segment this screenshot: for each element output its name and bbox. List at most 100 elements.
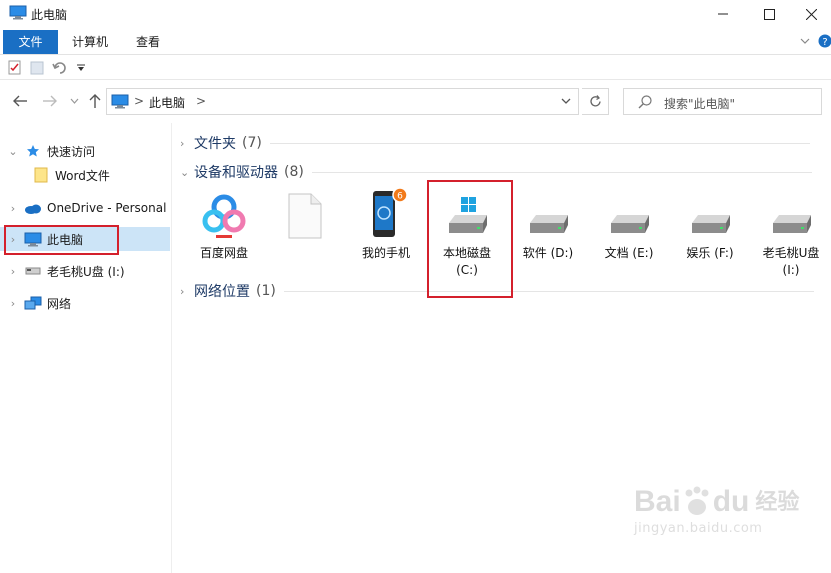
phone-icon: 6 [373,187,408,237]
close-icon [806,8,817,20]
watermark-brand: Bai [634,485,681,518]
up-arrow-icon[interactable] [88,93,102,109]
watermark-cn: 经验 [755,489,800,514]
drive-icon [530,215,568,233]
quick-access-toolbar [0,56,831,80]
new-folder-icon[interactable] [30,60,44,75]
recent-locations-icon[interactable] [70,98,79,105]
device-baidu-netdisk[interactable]: 百度网盘 [184,183,264,262]
device-label: 软件 (D:) [522,246,574,260]
device-blank-file[interactable] [265,183,345,245]
minimize-icon [718,13,728,15]
star-icon [24,144,42,158]
baidu-netdisk-icon [202,194,246,238]
this-pc-icon [9,5,27,20]
back-arrow-icon[interactable] [12,94,28,108]
title-bar: 此电脑 [0,0,831,28]
tab-file[interactable]: 文件 [3,30,58,54]
nav-item-usb-drive[interactable]: › 老毛桃U盘 (I:) [0,259,170,283]
nav-item-label: 网络 [47,296,72,311]
search-box[interactable]: 搜索"此电脑" [623,88,822,115]
breadcrumb-separator[interactable]: > [196,94,206,108]
chevron-expanded-icon: ⌄ [180,165,190,179]
refresh-button[interactable] [582,88,609,115]
device-label: 我的手机 [361,246,410,260]
breadcrumb-separator[interactable]: > [134,94,144,108]
chevron-right-icon[interactable]: › [6,297,20,310]
device-label: 文档 (E:) [604,246,654,260]
address-bar[interactable]: > 此电脑 > [106,88,579,115]
nav-item-word-folder[interactable]: Word文件 [0,163,170,187]
baidu-jingyan-watermark: Bai du 经验 jingyan.baidu.com [634,484,824,564]
device-label: 娱乐 (F:) [686,246,734,260]
device-label: 老毛桃U盘 (I:) [762,246,820,277]
svg-text:?: ? [822,37,827,48]
nav-item-label: Word文件 [55,168,110,183]
refresh-icon [589,95,601,107]
chevron-down-icon [561,98,571,104]
network-icon [24,296,42,310]
group-header-folders[interactable]: › 文件夹 (7) [180,133,810,153]
tab-view[interactable]: 查看 [124,30,172,54]
breadcrumb-this-pc[interactable]: 此电脑 [149,94,185,111]
maximize-icon [763,8,775,20]
device-drive-f[interactable]: 娱乐 (F:) [670,183,750,262]
chevron-right-icon[interactable]: › [6,265,20,278]
address-dropdown-button[interactable] [552,89,579,114]
nav-item-label: 快速访问 [47,144,96,159]
nav-item-onedrive[interactable]: › OneDrive - Personal [0,196,170,220]
help-icon[interactable]: ? [818,34,831,48]
customize-toolbar-icon[interactable] [77,64,85,72]
watermark-url: jingyan.baidu.com [634,521,763,536]
group-header-devices[interactable]: ⌄ 设备和驱动器 (8) [180,162,812,182]
nav-item-label: OneDrive - Personal [47,201,167,215]
tab-computer[interactable]: 计算机 [60,30,120,54]
chevron-down-icon[interactable] [800,37,810,45]
blank-file-icon [288,193,322,239]
ribbon-tabs: 文件 计算机 查看 ? [0,28,831,55]
group-count: (1) [256,283,276,299]
device-drive-d[interactable]: 软件 (D:) [508,183,588,262]
undo-icon[interactable] [52,60,68,75]
divider [311,171,812,173]
divider [269,142,810,144]
chevron-expanded-icon[interactable]: ⌄ [6,145,20,158]
nav-item-label: 老毛桃U盘 (I:) [47,264,125,279]
forward-arrow-icon[interactable] [42,94,58,108]
device-usb-i[interactable]: 老毛桃U盘 (I:) [751,183,831,279]
highlight-box [427,180,513,298]
usb-drive-icon [24,264,42,278]
this-pc-icon [111,94,129,109]
group-title: 文件夹 [194,136,236,152]
device-drive-e[interactable]: 文档 (E:) [589,183,669,262]
window-title: 此电脑 [31,8,68,22]
properties-icon[interactable] [8,60,22,75]
watermark-brand2: du [712,485,750,518]
drive-icon [692,215,730,233]
address-row: > 此电脑 > 搜索"此电脑" [0,81,831,123]
search-icon [638,95,652,109]
chevron-right-icon: › [180,136,185,150]
nav-item-quick-access[interactable]: ⌄ 快速访问 [0,139,170,163]
group-count: (7) [242,135,262,151]
group-title: 设备和驱动器 [194,165,278,181]
highlight-box [4,225,119,255]
paw-icon [685,486,709,515]
cloud-icon [24,201,42,215]
navigation-pane: ⌄ 快速访问 Word文件 › OneDrive - Personal › 此电… [0,123,172,573]
drive-icon [773,215,811,233]
group-title: 网络位置 [194,284,250,300]
folder-icon [32,167,50,183]
phone-badge: 6 [397,192,403,202]
minimize-button[interactable] [700,0,746,28]
search-placeholder: 搜索"此电脑" [664,97,736,111]
chevron-right-icon[interactable]: › [6,202,20,215]
divider [283,290,814,292]
group-count: (8) [284,164,304,180]
maximize-button[interactable] [746,0,792,28]
close-button[interactable] [792,0,831,28]
chevron-right-icon: › [180,284,185,298]
device-my-phone[interactable]: 6 我的手机 [346,183,426,262]
drive-icon [611,215,649,233]
nav-item-network[interactable]: › 网络 [0,291,170,315]
